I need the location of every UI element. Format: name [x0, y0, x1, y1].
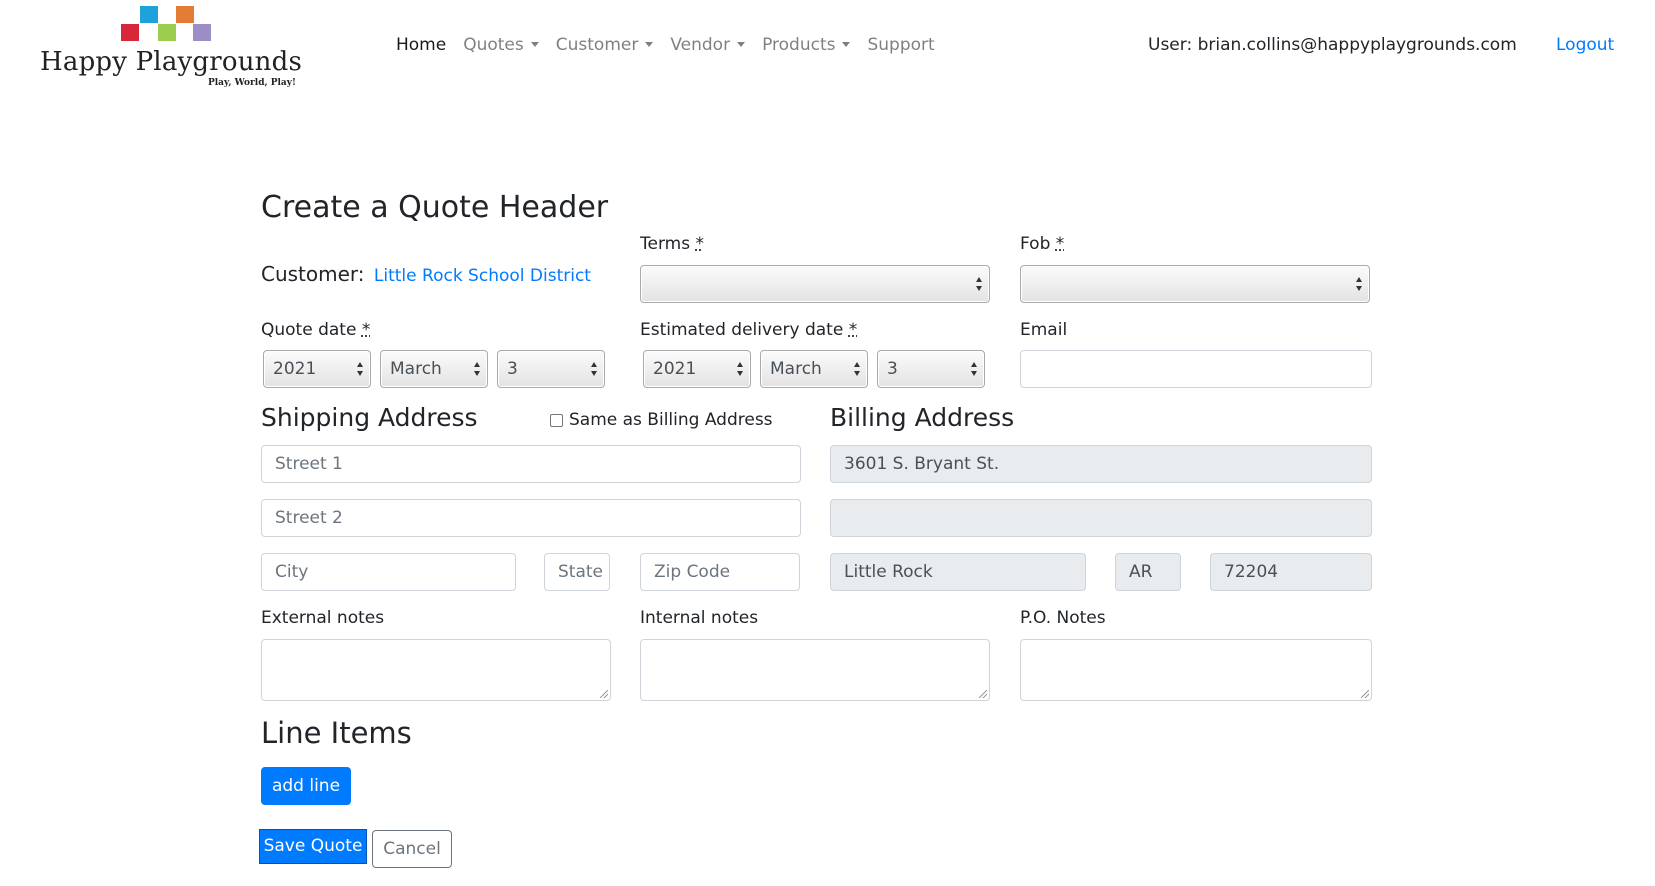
main-nav: Home Quotes Customer Vendor Products Sup…: [396, 35, 952, 55]
nav-products-dropdown[interactable]: Products: [762, 35, 851, 55]
quote-date-year-select[interactable]: 2021: [263, 350, 371, 388]
logo-square-green: [158, 24, 176, 41]
cancel-button[interactable]: Cancel: [372, 830, 452, 868]
shipping-street1-input[interactable]: Street 1: [261, 445, 801, 483]
required-mark: *: [848, 320, 858, 340]
same-as-billing-checkbox[interactable]: [550, 414, 563, 427]
delivery-date-year-select[interactable]: 2021: [643, 350, 751, 388]
customer-label: Customer:: [261, 262, 365, 286]
nav-home-label: Home: [396, 35, 447, 55]
logo-square-red: [121, 24, 139, 41]
nav-support-label: Support: [867, 35, 935, 55]
billing-street1-field: 3601 S. Bryant St.: [830, 445, 1372, 483]
billing-city-field: Little Rock: [830, 553, 1086, 591]
nav-quotes-label: Quotes: [463, 35, 524, 55]
billing-zip-field: 72204: [1210, 553, 1372, 591]
required-mark: *: [1055, 234, 1065, 254]
select-arrows-icon: [591, 362, 598, 376]
shipping-street2-input[interactable]: Street 2: [261, 499, 801, 537]
fob-label-text: Fob: [1020, 234, 1051, 254]
nav-support[interactable]: Support: [867, 35, 934, 55]
select-arrows-icon: [854, 362, 861, 376]
shipping-address-heading: Shipping Address: [261, 403, 478, 432]
quote-date-year-value: 2021: [273, 359, 317, 379]
page-title: Create a Quote Header: [261, 190, 609, 225]
caret-down-icon: [645, 42, 654, 47]
select-arrows-icon: [976, 277, 983, 291]
save-quote-button[interactable]: Save Quote: [260, 830, 366, 863]
logout-link[interactable]: Logout: [1556, 35, 1614, 55]
delivery-date-day-select[interactable]: 3: [877, 350, 985, 388]
delivery-date-month-select[interactable]: March: [760, 350, 868, 388]
nav-vendor-dropdown[interactable]: Vendor: [670, 35, 746, 55]
resize-handle-icon[interactable]: [979, 690, 987, 698]
current-user: User: brian.collins@happyplaygrounds.com: [1148, 35, 1517, 55]
select-arrows-icon: [737, 362, 744, 376]
delivery-date-label-text: Estimated delivery date: [640, 320, 844, 340]
nav-vendor-label: Vendor: [670, 35, 731, 55]
customer-display: Customer: Little Rock School District: [261, 262, 591, 286]
caret-down-icon: [737, 42, 746, 47]
logo-square-orange: [176, 6, 194, 23]
caret-down-icon: [842, 42, 851, 47]
fob-label: Fob *: [1020, 234, 1064, 254]
delivery-date-month-value: March: [770, 359, 822, 379]
select-arrows-icon: [1356, 277, 1363, 291]
po-notes-textarea[interactable]: [1020, 639, 1372, 701]
nav-quotes-dropdown[interactable]: Quotes: [463, 35, 539, 55]
same-as-billing-label[interactable]: Same as Billing Address: [569, 410, 773, 430]
quote-date-label-text: Quote date: [261, 320, 357, 340]
terms-select[interactable]: [640, 265, 990, 303]
delivery-date-day-value: 3: [887, 359, 898, 379]
fob-select[interactable]: [1020, 265, 1370, 303]
nav-customer-dropdown[interactable]: Customer: [556, 35, 654, 55]
external-notes-textarea[interactable]: [261, 639, 611, 701]
external-notes-label: External notes: [261, 608, 385, 628]
brand-name: Happy Playgrounds: [40, 47, 303, 77]
quote-date-day-value: 3: [507, 359, 518, 379]
required-mark: *: [695, 234, 704, 254]
quote-date-month-select[interactable]: March: [380, 350, 488, 388]
quote-date-label: Quote date *: [261, 320, 370, 340]
resize-handle-icon[interactable]: [600, 690, 608, 698]
logo-square-blue: [140, 6, 158, 23]
required-mark: *: [361, 320, 371, 340]
nav-customer-label: Customer: [555, 35, 639, 55]
email-label: Email: [1020, 320, 1068, 340]
line-items-heading: Line Items: [261, 716, 412, 750]
terms-label: Terms *: [640, 234, 704, 254]
select-arrows-icon: [971, 362, 978, 376]
delivery-date-label: Estimated delivery date *: [640, 320, 857, 340]
customer-link[interactable]: Little Rock School District: [374, 266, 591, 286]
brand-logo[interactable]: Happy Playgrounds Play, World, Play!: [40, 4, 302, 90]
logo-square-purple: [193, 24, 211, 41]
select-arrows-icon: [474, 362, 481, 376]
internal-notes-label: Internal notes: [640, 608, 759, 628]
billing-address-heading: Billing Address: [830, 403, 1015, 432]
resize-handle-icon[interactable]: [1361, 690, 1369, 698]
quote-date-day-select[interactable]: 3: [497, 350, 605, 388]
po-notes-label: P.O. Notes: [1020, 608, 1106, 628]
brand-tagline: Play, World, Play!: [208, 78, 296, 88]
internal-notes-textarea[interactable]: [640, 639, 990, 701]
email-field[interactable]: [1020, 350, 1372, 388]
terms-label-text: Terms: [640, 234, 691, 254]
delivery-date-year-value: 2021: [653, 359, 697, 379]
nav-products-label: Products: [762, 35, 836, 55]
shipping-city-input[interactable]: City: [261, 553, 516, 591]
shipping-zip-input[interactable]: Zip Code: [640, 553, 800, 591]
caret-down-icon: [530, 42, 539, 47]
nav-home[interactable]: Home: [396, 35, 446, 55]
add-line-button[interactable]: add line: [261, 767, 351, 805]
shipping-state-input[interactable]: State: [544, 553, 610, 591]
billing-state-field: AR: [1115, 553, 1181, 591]
billing-street2-field: [830, 499, 1372, 537]
select-arrows-icon: [357, 362, 364, 376]
quote-date-month-value: March: [390, 359, 442, 379]
